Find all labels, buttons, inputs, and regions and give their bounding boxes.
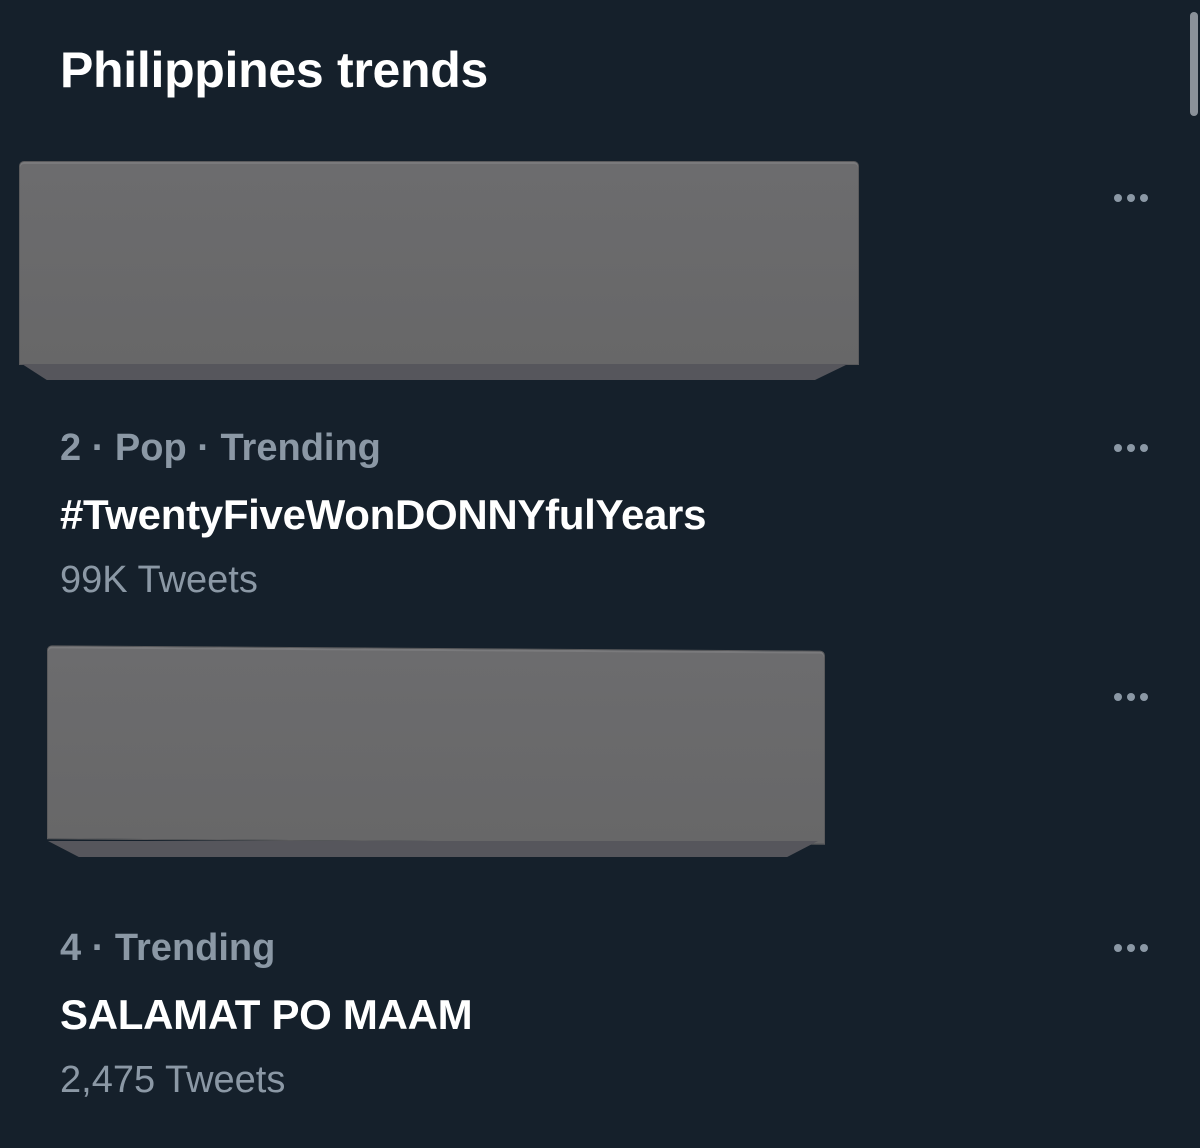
trend-meta: 4 · Trending [60,927,276,969]
scrollbar-thumb[interactable] [1190,12,1198,116]
trend-item-1[interactable] [0,160,1188,390]
trend-item-3[interactable] [0,645,1188,875]
redaction-block-edge [48,841,818,857]
page-title: Philippines trends [60,42,488,98]
more-button[interactable] [1106,428,1156,468]
more-horizontal-icon [1114,944,1148,952]
more-button[interactable] [1106,677,1156,717]
trend-meta: 2 · Pop · Trending [60,427,381,469]
scrollbar[interactable] [1188,0,1200,1148]
more-horizontal-icon [1114,444,1148,452]
redaction-block [48,646,824,844]
tweet-count: 2,475 Tweets [60,1059,286,1101]
tweet-count: 99K Tweets [60,559,258,601]
trend-item-2[interactable]: 2 · Pop · Trending #TwentyFiveWonDONNYfu… [0,420,1188,620]
more-button[interactable] [1106,178,1156,218]
redaction-block [20,162,858,364]
trend-name: SALAMAT PO MAAM [60,991,473,1038]
trend-item-4[interactable]: 4 · Trending SALAMAT PO MAAM 2,475 Tweet… [0,920,1188,1120]
redaction-block-edge [22,364,848,380]
trend-name: #TwentyFiveWonDONNYfulYears [60,491,707,538]
more-horizontal-icon [1114,194,1148,202]
more-button[interactable] [1106,928,1156,968]
more-horizontal-icon [1114,693,1148,701]
